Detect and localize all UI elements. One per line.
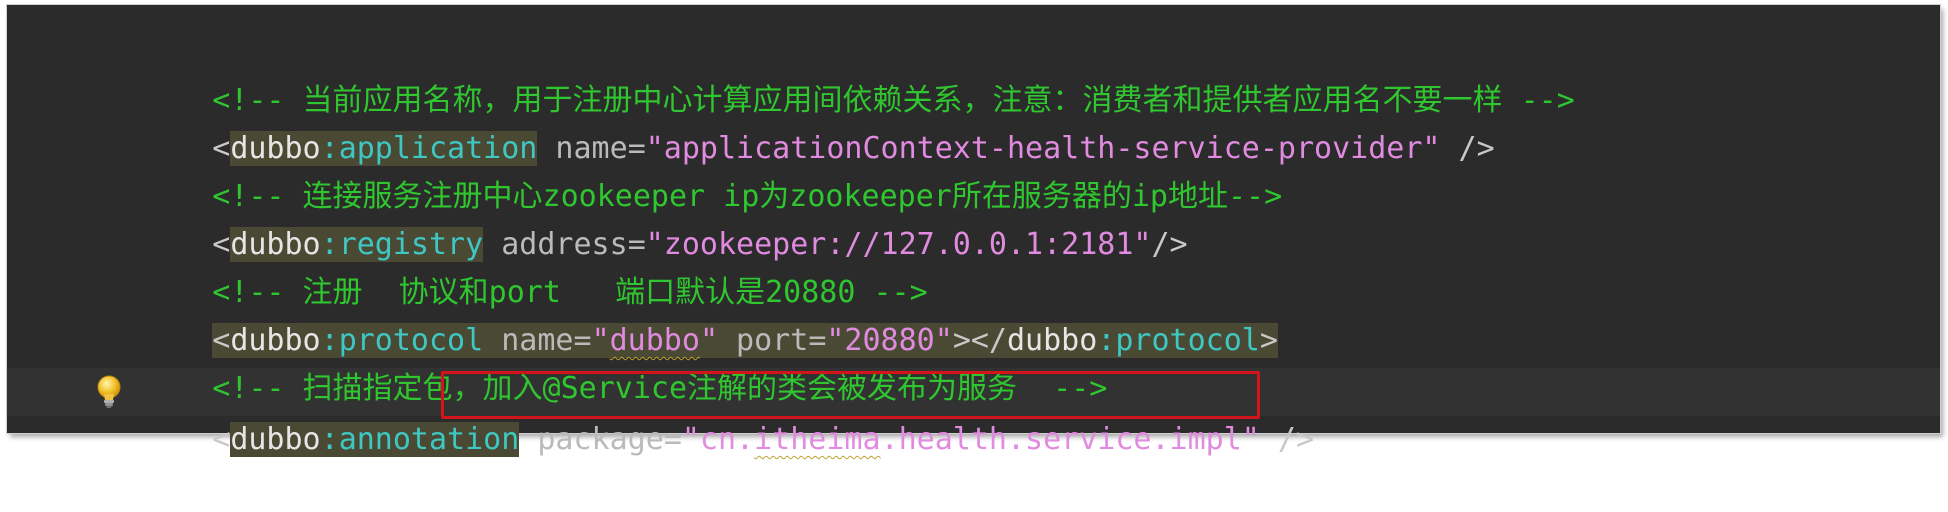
code-line-2[interactable]: <dubbo:application name="applicationCont… [140, 77, 1495, 166]
tag-close: /> [1259, 422, 1315, 457]
attribute-quote: " [1241, 422, 1260, 457]
code-line-4[interactable]: <dubbo:registry address="zookeeper://127… [140, 173, 1188, 262]
attribute-quote: " [681, 422, 700, 457]
code-line-3[interactable]: <!-- 连接服务注册中心zookeeper ip为zookeeper所在服务器… [140, 125, 1282, 214]
tag-name: annotation [338, 422, 520, 457]
tag-colon: : [320, 422, 339, 457]
tag-namespace: dubbo [230, 422, 321, 457]
tag-open-bracket: < [212, 422, 231, 457]
annotation-highlight-box [441, 371, 1260, 419]
tag-close: /> [1151, 227, 1188, 262]
tag-close: > [1259, 323, 1278, 358]
code-line-5[interactable]: <!-- 注册 协议和port 端口默认是20880 --> [140, 221, 927, 310]
tag-name-highlight: dubbo:annotation [230, 422, 520, 457]
lightbulb-icon[interactable] [89, 368, 129, 416]
attribute-value-part: cn. [699, 422, 755, 457]
attribute-name: package [537, 422, 664, 457]
tag-name: protocol [1115, 323, 1260, 358]
code-editor[interactable]: <!-- 当前应用名称，用于注册中心计算应用间依赖关系，注意：消费者和提供者应用… [7, 5, 1940, 457]
code-line-6[interactable]: <dubbo:protocol name="dubbo" port="20880… [140, 269, 1278, 358]
attribute-value-typo: itheima [754, 422, 881, 457]
attribute-value-part: .health.service.impl [880, 422, 1242, 457]
code-line-7[interactable]: <!-- 扫描指定包，加入@Service注解的类会被发布为服务 --> [140, 317, 1107, 406]
code-line-1[interactable]: <!-- 当前应用名称，用于注册中心计算应用间依赖关系，注意：消费者和提供者应用… [140, 29, 1575, 118]
attribute-equals: = [663, 422, 682, 457]
tag-close: /> [1440, 131, 1495, 166]
lightbulb-icon-svg [97, 375, 121, 408]
